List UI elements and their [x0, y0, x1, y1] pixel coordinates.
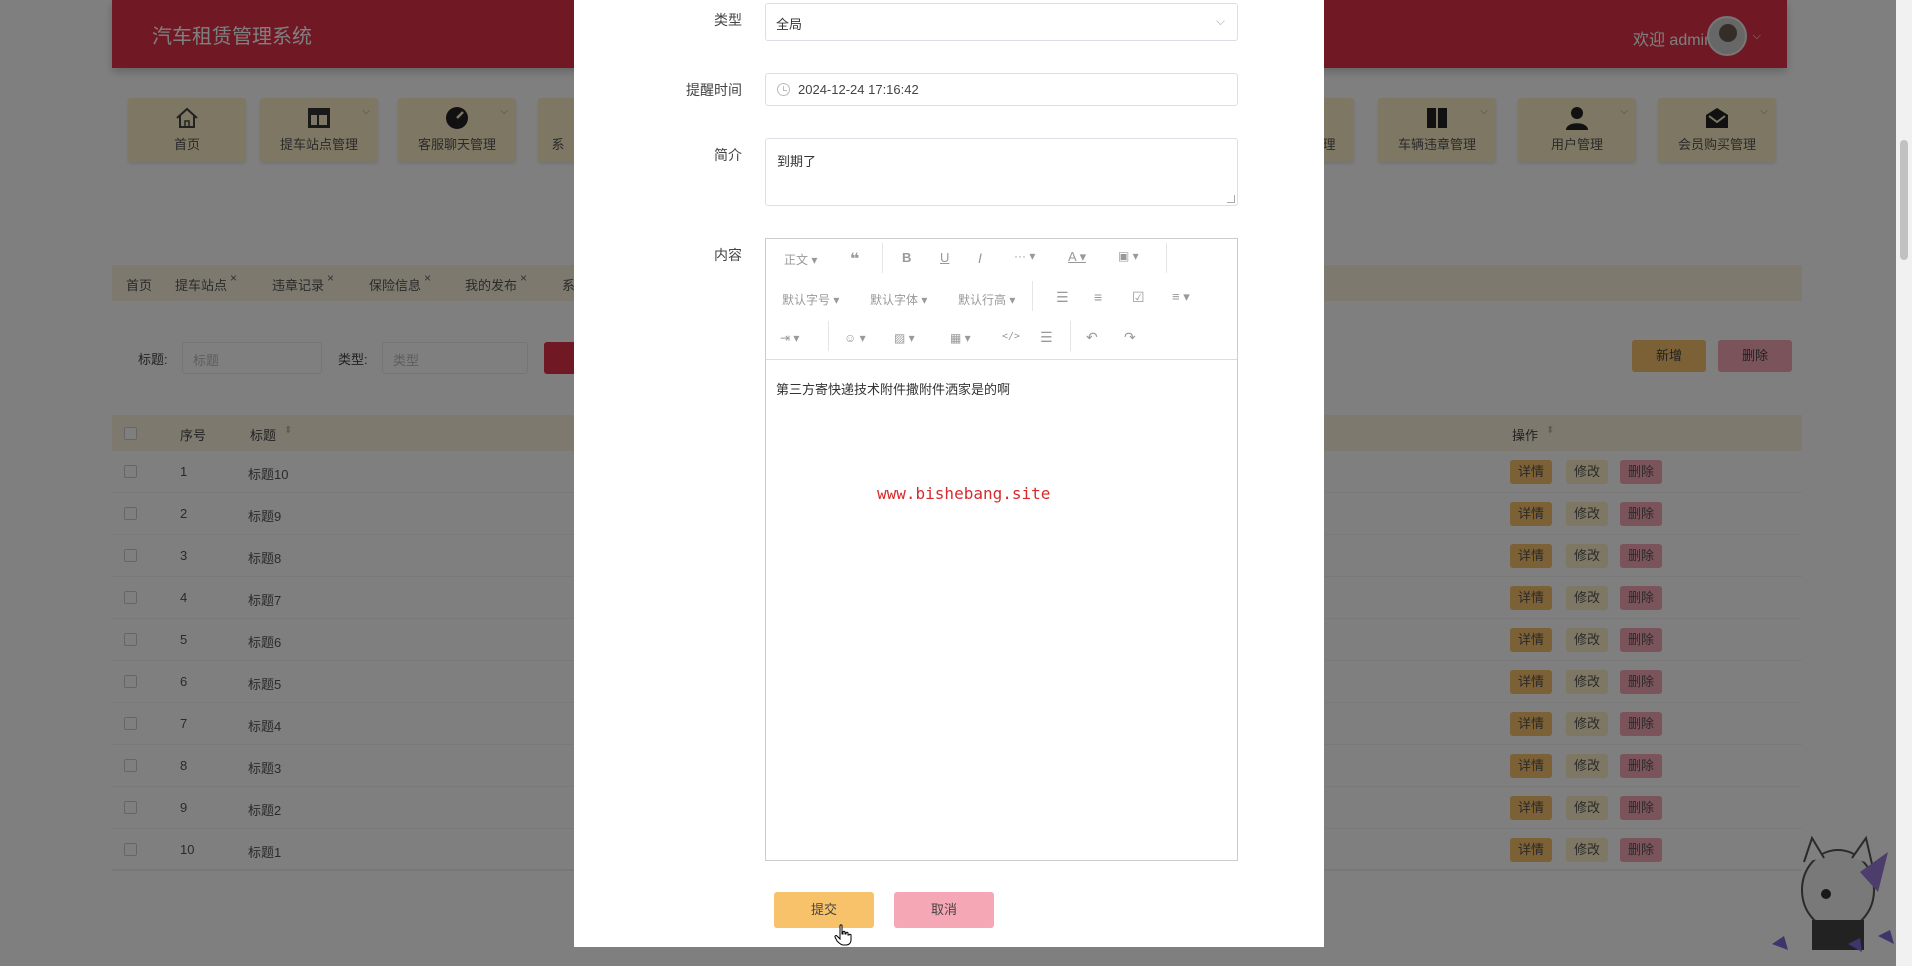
resize-handle-icon[interactable]	[1227, 195, 1235, 203]
image-icon[interactable]: ▨ ▾	[894, 331, 915, 345]
toolbar-divider	[1032, 281, 1033, 311]
remind-time-label: 提醒时间	[686, 82, 742, 98]
intro-label: 简介	[714, 147, 742, 163]
underline-icon[interactable]: U	[940, 250, 949, 265]
page-scrollbar[interactable]	[1896, 0, 1912, 966]
code-icon[interactable]: </>	[1002, 331, 1020, 342]
todo-list-icon[interactable]: ☑	[1132, 289, 1145, 306]
italic-icon[interactable]: I	[978, 250, 982, 266]
rich-text-editor: 正文 ▾ ❝ B U I ··· ▾ A ▾ ▣ ▾ 默认字号 ▾ 默认字体 ▾…	[765, 238, 1238, 861]
toolbar-divider	[882, 243, 883, 273]
intro-textarea[interactable]: 到期了	[765, 138, 1238, 206]
scrollbar-thumb[interactable]	[1900, 140, 1908, 260]
hand-cursor-icon	[834, 924, 852, 946]
divider-line-icon[interactable]: ☰	[1040, 329, 1053, 346]
emoji-icon[interactable]: ☺ ▾	[844, 331, 866, 345]
chevron-down-icon: ⌵	[1215, 14, 1225, 28]
line-height-label: 默认行高	[958, 293, 1007, 307]
submit-button[interactable]: 提交	[774, 892, 874, 928]
heading-dropdown-label: 正文	[784, 253, 809, 267]
edit-dialog: 类型 全局 ⌵ 提醒时间 2024-12-24 17:16:42 简介 到期了 …	[574, 0, 1324, 947]
numbered-list-icon[interactable]: ≡	[1094, 289, 1102, 305]
redo-icon[interactable]: ↷	[1124, 329, 1136, 346]
font-family-label: 默认字体	[870, 293, 919, 307]
line-height-dropdown[interactable]: 默认行高 ▾	[958, 291, 1015, 308]
font-size-label: 默认字号	[782, 293, 831, 307]
toolbar-divider	[1070, 321, 1071, 351]
editor-content[interactable]: 第三方寄快递技术附件撒附件洒家是的啊	[776, 379, 1010, 398]
toolbar-divider	[828, 321, 829, 351]
remind-time-value: 2024-12-24 17:16:42	[798, 82, 919, 97]
table-icon[interactable]: ▦ ▾	[950, 331, 971, 345]
font-color-icon[interactable]: A ▾	[1068, 249, 1086, 265]
content-label: 内容	[714, 247, 742, 263]
type-select-value: 全局	[776, 17, 803, 32]
watermark-text: www.bishebang.site	[877, 484, 1051, 503]
bold-icon[interactable]: B	[902, 250, 911, 265]
heading-dropdown[interactable]: 正文 ▾	[784, 251, 817, 268]
clock-icon	[777, 83, 790, 96]
remind-time-picker[interactable]: 2024-12-24 17:16:42	[765, 73, 1238, 106]
editor-toolbar: 正文 ▾ ❝ B U I ··· ▾ A ▾ ▣ ▾ 默认字号 ▾ 默认字体 ▾…	[766, 239, 1237, 360]
align-icon[interactable]: ≡ ▾	[1172, 289, 1190, 305]
undo-icon[interactable]: ↶	[1086, 329, 1098, 346]
type-label: 类型	[714, 12, 742, 28]
font-family-dropdown[interactable]: 默认字体 ▾	[870, 291, 927, 308]
toolbar-divider	[1166, 243, 1167, 273]
indent-icon[interactable]: ⇥ ▾	[780, 331, 799, 345]
quote-icon[interactable]: ❝	[850, 249, 859, 269]
font-size-dropdown[interactable]: 默认字号 ▾	[782, 291, 839, 308]
background-color-icon[interactable]: ▣ ▾	[1118, 249, 1139, 263]
bullet-list-icon[interactable]: ☰	[1056, 289, 1069, 306]
cancel-button[interactable]: 取消	[894, 892, 994, 928]
type-select[interactable]: 全局 ⌵	[765, 3, 1238, 41]
intro-value: 到期了	[777, 154, 817, 169]
more-style-icon[interactable]: ··· ▾	[1014, 249, 1035, 263]
